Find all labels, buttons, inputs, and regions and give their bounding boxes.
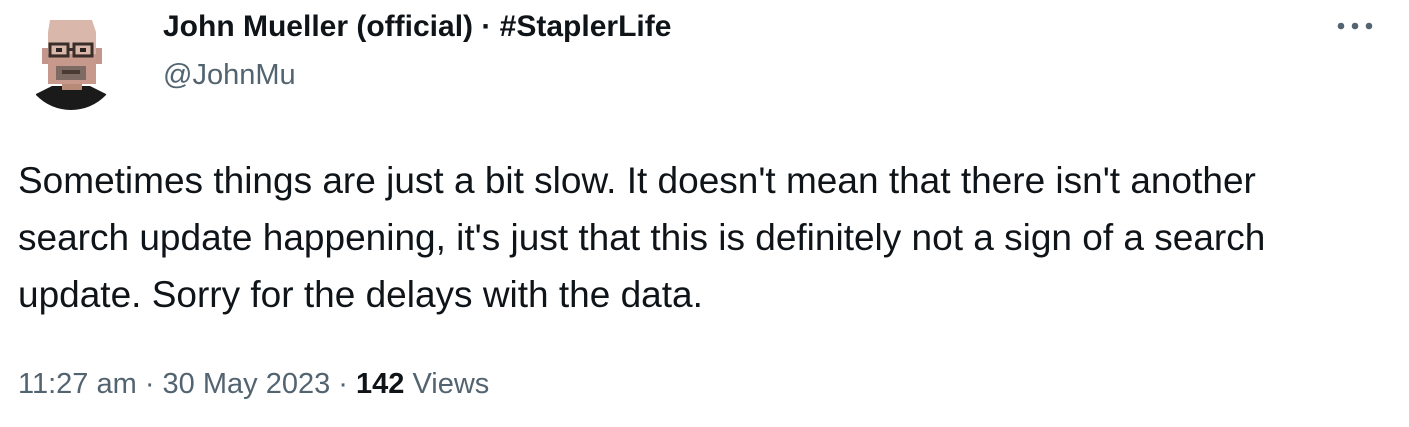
tweet-text: Sometimes things are just a bit slow. It…	[18, 160, 1276, 315]
tweet-time[interactable]: 11:27 am	[18, 368, 137, 400]
meta-separator: ·	[330, 368, 356, 400]
views-label: Views	[404, 368, 490, 400]
author-display-name[interactable]: John Mueller (official) · #StaplerLife	[163, 8, 671, 46]
tweet-card: John Mueller (official) · #StaplerLife @…	[0, 0, 1409, 427]
tweet-date[interactable]: 30 May 2023	[163, 368, 331, 400]
more-options-button[interactable]	[1330, 14, 1380, 38]
more-horizontal-icon	[1337, 22, 1373, 30]
pixel-art-portrait-avatar-icon	[22, 10, 120, 110]
avatar[interactable]	[22, 10, 120, 110]
author-handle[interactable]: @JohnMu	[163, 56, 296, 94]
tweet-metadata: 11:27 am · 30 May 2023 · 142 Views	[18, 365, 489, 403]
views-count: 142	[356, 368, 405, 400]
meta-separator: ·	[136, 368, 163, 400]
